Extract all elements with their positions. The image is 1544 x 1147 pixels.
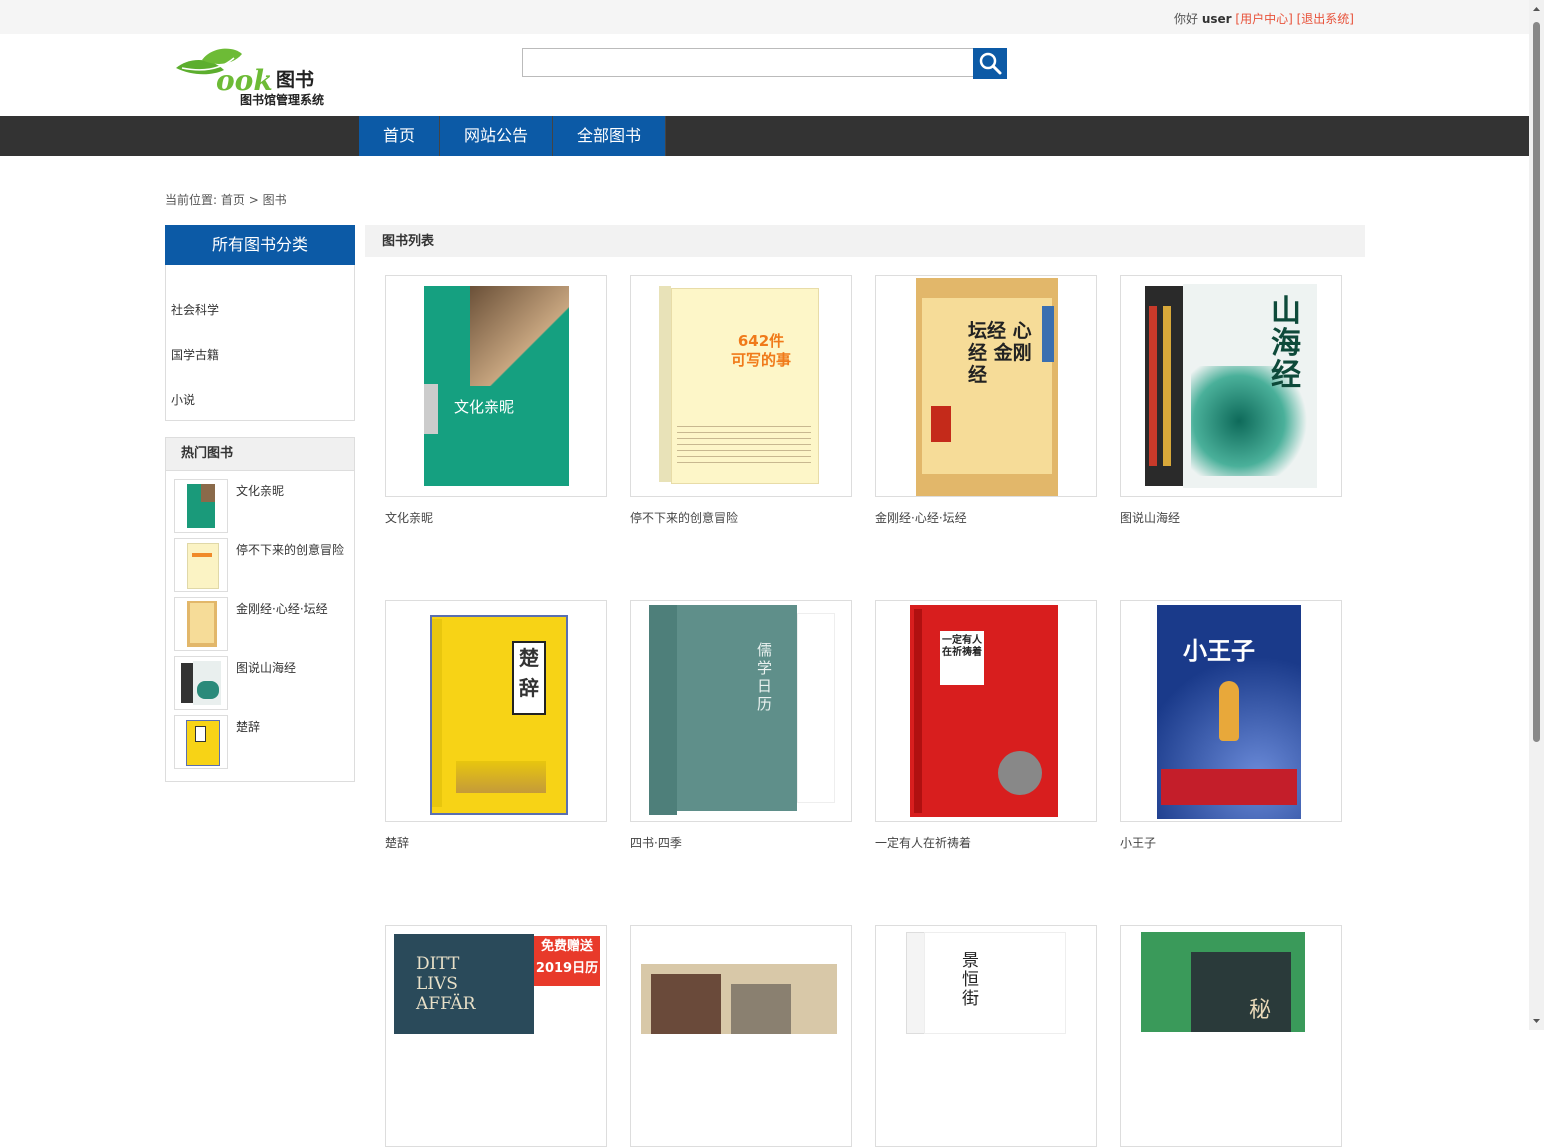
scroll-down-icon[interactable] [1529, 1014, 1544, 1028]
book-title[interactable]: 一定有人在祈祷着 [875, 834, 971, 851]
cover-title: 楚辞 [512, 641, 546, 715]
category-list: 社会科学 国学古籍 小说 [165, 265, 355, 421]
user-links: 你好 user [用户中心] [退出系统] [1174, 10, 1354, 27]
hot-book-item[interactable]: 文化亲昵 [174, 479, 354, 533]
cover-title: 儒学日历 [757, 641, 773, 713]
book-cover[interactable]: 642件 可写的事 [630, 275, 852, 497]
main-nav: 首页 网站公告 全部图书 [0, 116, 1529, 156]
category-classics[interactable]: 国学古籍 [171, 346, 219, 363]
book-title[interactable]: 四书·四季 [630, 834, 682, 851]
username: user [1201, 12, 1232, 26]
hot-book-title[interactable]: 图说山海经 [236, 659, 296, 676]
book-cover[interactable]: 景恒街 [875, 925, 1097, 1147]
hot-books-title: 热门图书 [166, 438, 354, 471]
logo-subtitle: 图书馆管理系统 [240, 92, 324, 107]
hot-books-panel: 热门图书 文化亲昵 停不下来的创意冒险 金刚经·心经·坛经 图说山海经 楚辞 [165, 437, 355, 782]
book-cover[interactable]: 坛经 心经 金刚经 [875, 275, 1097, 497]
book-title[interactable]: 图说山海经 [1120, 509, 1180, 526]
cover-title: 小王子 [1183, 637, 1255, 665]
search-button[interactable] [973, 48, 1007, 79]
book-cover[interactable] [630, 925, 852, 1147]
logo-leaf-icon: ook 图书 图书馆管理系统 [176, 48, 324, 107]
book-cover[interactable]: DITT LIVS AFFÄR 免费赠送 2019日历 [385, 925, 607, 1147]
hot-book-item[interactable]: 停不下来的创意冒险 [174, 538, 354, 592]
category-social-science[interactable]: 社会科学 [171, 301, 219, 318]
cover-title: 642件 可写的事 [730, 332, 791, 369]
hot-book-title[interactable]: 金刚经·心经·坛经 [236, 600, 328, 617]
book-title[interactable]: 小王子 [1120, 834, 1156, 851]
logo-brand: 图书 [276, 69, 314, 91]
hot-book-title[interactable]: 停不下来的创意冒险 [236, 541, 344, 558]
book-thumbnail[interactable] [174, 538, 228, 592]
cover-title: 景恒街 [962, 951, 979, 1009]
nav-home[interactable]: 首页 [359, 116, 440, 156]
cover-title: 坛经 心经 金刚经 [968, 320, 1032, 386]
cover-badge: 免费赠送 2019日历 [534, 936, 600, 986]
cover-title: 文化亲昵 [454, 398, 515, 416]
book-cover[interactable]: 山海经 [1120, 275, 1342, 497]
cover-title: 一定有人在祈祷着 [942, 635, 982, 658]
breadcrumb: 当前位置: 首页 > 图书 [165, 191, 287, 208]
hot-book-title[interactable]: 楚辞 [236, 718, 260, 735]
book-cover[interactable]: 一定有人在祈祷着 [875, 600, 1097, 822]
book-thumbnail[interactable] [174, 715, 228, 769]
book-thumbnail[interactable] [174, 479, 228, 533]
book-cover[interactable]: 秘 [1120, 925, 1342, 1147]
book-cover[interactable]: 小王子 [1120, 600, 1342, 822]
site-logo[interactable]: ook 图书 图书馆管理系统 [172, 46, 337, 110]
book-title[interactable]: 楚辞 [385, 834, 409, 851]
search-icon [979, 52, 1002, 75]
hot-book-item[interactable]: 金刚经·心经·坛经 [174, 597, 354, 651]
cover-title: 秘 [1249, 998, 1272, 1023]
category-fiction[interactable]: 小说 [171, 391, 195, 408]
user-center-link[interactable]: [用户中心] [1235, 12, 1292, 26]
hot-book-item[interactable]: 楚辞 [174, 715, 354, 769]
nav-all-books[interactable]: 全部图书 [553, 116, 666, 156]
hot-book-title[interactable]: 文化亲昵 [236, 482, 284, 499]
greeting-text: 你好 [1174, 12, 1199, 26]
book-title[interactable]: 停不下来的创意冒险 [630, 509, 738, 526]
book-thumbnail[interactable] [174, 597, 228, 651]
book-cover[interactable]: 文化亲昵 [385, 275, 607, 497]
scrollbar-thumb[interactable] [1533, 22, 1540, 742]
book-title[interactable]: 文化亲昵 [385, 509, 433, 526]
search-bar [522, 48, 1007, 79]
cover-title: 山海经 [1271, 294, 1301, 393]
hot-book-item[interactable]: 图说山海经 [174, 656, 354, 710]
search-input[interactable] [522, 48, 974, 77]
top-bar: 你好 user [用户中心] [退出系统] [0, 0, 1529, 34]
nav-announcements[interactable]: 网站公告 [440, 116, 553, 156]
book-thumbnail[interactable] [174, 656, 228, 710]
breadcrumb-current: 图书 [262, 193, 287, 207]
cover-title: DITT LIVS AFFÄR [416, 954, 476, 1014]
category-header: 所有图书分类 [165, 225, 355, 265]
breadcrumb-prefix: 当前位置: [165, 193, 218, 207]
breadcrumb-separator: > [248, 193, 259, 207]
scroll-up-icon[interactable] [1529, 2, 1544, 16]
breadcrumb-home[interactable]: 首页 [221, 193, 245, 207]
book-cover[interactable]: 楚辞 [385, 600, 607, 822]
book-cover[interactable]: 儒学日历 [630, 600, 852, 822]
page-scrollbar[interactable] [1529, 0, 1544, 1030]
book-list-title: 图书列表 [382, 234, 435, 249]
book-list-header: 图书列表 [365, 225, 1365, 257]
book-title[interactable]: 金刚经·心经·坛经 [875, 509, 967, 526]
logout-link[interactable]: [退出系统] [1297, 12, 1354, 26]
